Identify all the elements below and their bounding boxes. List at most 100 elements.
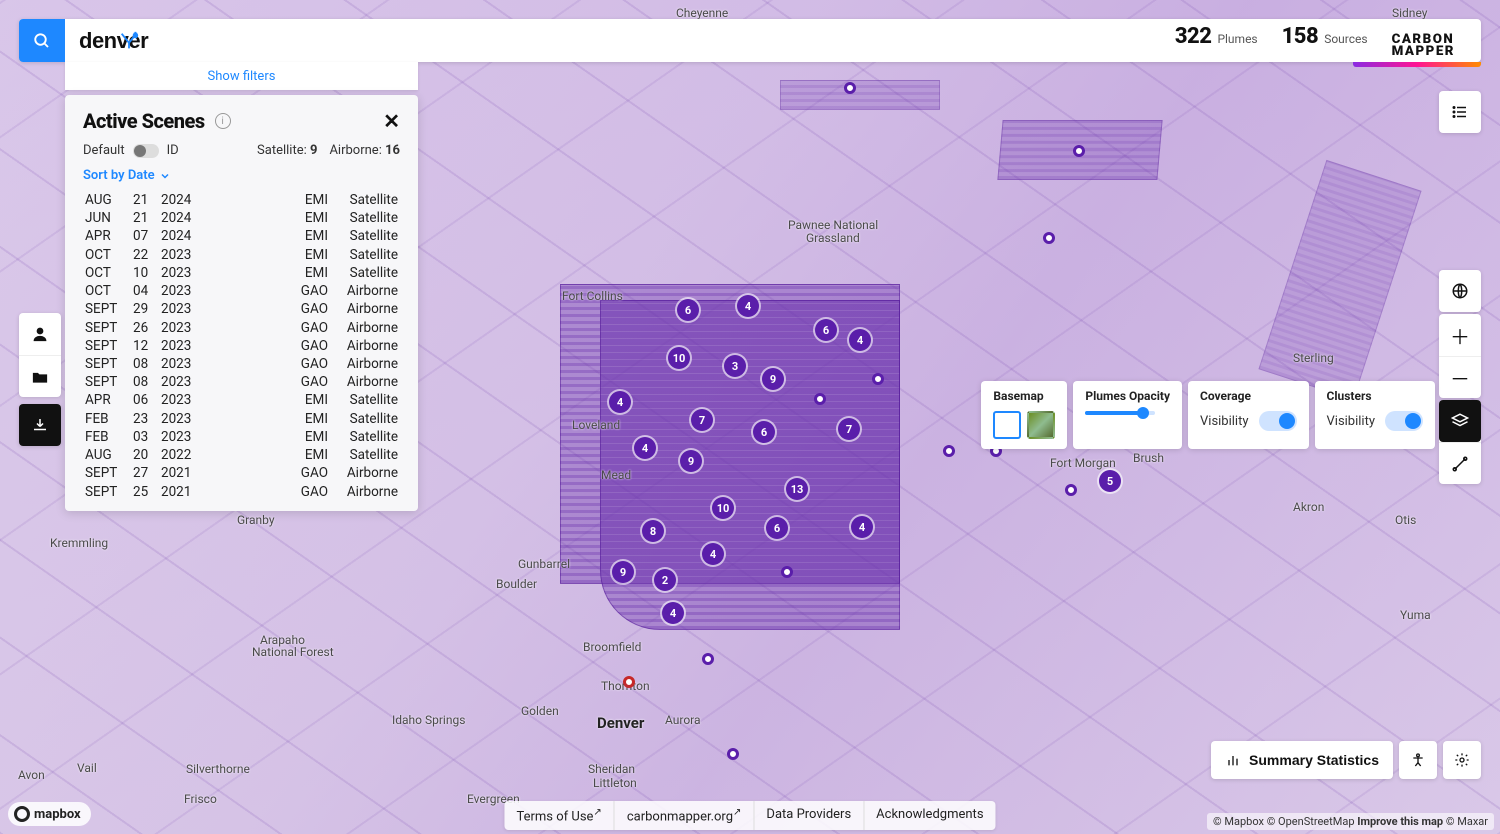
basemap-option-satellite[interactable] (1027, 411, 1055, 439)
globe-button[interactable] (1439, 270, 1481, 312)
attrib-osm[interactable]: © OpenStreetMap (1267, 815, 1355, 828)
top-bar: 322 Plumes 158 Sources CARBONMAPPER (19, 19, 1481, 62)
close-icon[interactable]: ✕ (383, 109, 400, 133)
cluster-marker[interactable]: 9 (680, 450, 702, 472)
cluster-marker[interactable]: 6 (753, 421, 775, 443)
cluster-marker[interactable]: 7 (838, 418, 860, 440)
cluster-marker[interactable]: 6 (677, 299, 699, 321)
cluster-marker[interactable]: 10 (712, 497, 734, 519)
toggle-label-id: ID (167, 143, 179, 158)
brand-accent-bar (1353, 62, 1481, 67)
scene-row[interactable]: AUG212024EMISatellite (83, 191, 400, 209)
cluster-marker[interactable]: 6 (766, 517, 788, 539)
brand-logo: CARBONMAPPER (1392, 34, 1465, 58)
source-marker[interactable] (1073, 145, 1085, 157)
cluster-marker[interactable]: 10 (668, 347, 690, 369)
attrib-maxar[interactable]: © Maxar (1446, 815, 1488, 828)
cluster-marker[interactable]: 4 (851, 516, 873, 538)
scene-row[interactable]: FEB232023EMISatellite (83, 410, 400, 428)
basemap-option-light[interactable] (993, 411, 1021, 439)
scene-row[interactable]: SEPT272021GAOAirborne (83, 464, 400, 482)
cluster-marker[interactable]: 4 (737, 295, 759, 317)
download-button[interactable] (19, 404, 61, 446)
map-label: Boulder (496, 577, 537, 591)
scene-row[interactable]: SEPT122023GAOAirborne (83, 337, 400, 355)
mapbox-badge[interactable]: mapbox (8, 802, 91, 826)
scene-row[interactable]: SEPT252021GAOAirborne (83, 483, 400, 501)
accessibility-button[interactable] (1399, 741, 1437, 779)
cluster-marker[interactable]: 3 (724, 355, 746, 377)
cluster-marker[interactable]: 4 (702, 543, 724, 565)
footer-terms[interactable]: Terms of Use↗ (504, 801, 613, 830)
layers-icon (1451, 412, 1469, 430)
source-marker[interactable] (872, 373, 884, 385)
advanced-filter-icon[interactable] (118, 30, 140, 52)
zoom-out-button[interactable]: － (1439, 356, 1481, 398)
source-marker[interactable] (702, 653, 714, 665)
scene-row[interactable]: SEPT292023GAOAirborne (83, 300, 400, 318)
info-icon[interactable]: i (215, 113, 231, 129)
plumes-count: 322 (1175, 24, 1212, 49)
folder-button[interactable] (19, 355, 61, 397)
layer-settings-popover: Basemap Plumes Opacity Coverage Visibili… (981, 381, 1435, 449)
settings-button[interactable] (1443, 741, 1481, 779)
scene-row[interactable]: APR072024EMISatellite (83, 227, 400, 245)
footer-ack[interactable]: Acknowledgments (863, 801, 995, 830)
measure-button[interactable] (1439, 442, 1481, 484)
search-button[interactable] (19, 19, 65, 62)
zoom-in-button[interactable]: ＋ (1439, 314, 1481, 356)
cluster-marker[interactable]: 8 (642, 520, 664, 542)
scene-list-button[interactable] (1439, 91, 1481, 133)
scene-row[interactable]: OCT042023GAOAirborne (83, 282, 400, 300)
gear-icon (1454, 752, 1470, 768)
source-marker[interactable] (814, 393, 826, 405)
search-icon (33, 32, 51, 50)
cluster-marker[interactable]: 9 (762, 368, 784, 390)
scene-row[interactable]: APR062023EMISatellite (83, 391, 400, 409)
opacity-card: Plumes Opacity (1073, 381, 1182, 449)
show-filters-button[interactable]: Show filters (65, 62, 418, 90)
cluster-marker[interactable]: 4 (662, 602, 684, 624)
opacity-slider[interactable] (1085, 411, 1155, 415)
cluster-marker[interactable]: 9 (612, 561, 634, 583)
map-label: Golden (521, 704, 559, 718)
source-marker[interactable] (727, 748, 739, 760)
cluster-marker[interactable]: 4 (634, 437, 656, 459)
scene-row[interactable]: SEPT082023GAOAirborne (83, 355, 400, 373)
scene-row[interactable]: AUG202022EMISatellite (83, 446, 400, 464)
plumes-label: Plumes (1217, 32, 1257, 46)
scene-row[interactable]: FEB032023EMISatellite (83, 428, 400, 446)
download-icon (31, 416, 49, 434)
layers-button[interactable] (1439, 400, 1481, 442)
source-marker[interactable] (943, 445, 955, 457)
source-marker[interactable] (844, 82, 856, 94)
attrib-improve[interactable]: Improve this map (1357, 815, 1443, 828)
ruler-icon (1451, 455, 1469, 473)
cluster-marker[interactable]: 6 (815, 319, 837, 341)
coverage-visibility-toggle[interactable] (1259, 411, 1297, 431)
cluster-marker[interactable]: 7 (691, 409, 713, 431)
footer-org[interactable]: carbonmapper.org↗ (614, 801, 754, 830)
source-marker[interactable] (1043, 232, 1055, 244)
cluster-marker[interactable]: 13 (786, 478, 808, 500)
scene-row[interactable]: SEPT082023GAOAirborne (83, 373, 400, 391)
sort-by-date-button[interactable]: Sort by Date (83, 168, 400, 183)
scene-row[interactable]: JUN212024EMISatellite (83, 209, 400, 227)
cluster-marker[interactable]: 2 (654, 569, 676, 591)
default-id-toggle[interactable] (133, 144, 159, 158)
source-marker[interactable] (623, 676, 635, 688)
cluster-marker[interactable]: 5 (1099, 470, 1121, 492)
attrib-mapbox[interactable]: © Mapbox (1213, 815, 1264, 828)
account-button[interactable] (19, 313, 61, 355)
clusters-visibility-toggle[interactable] (1385, 411, 1423, 431)
cluster-marker[interactable]: 4 (849, 329, 871, 351)
source-marker[interactable] (781, 566, 793, 578)
scene-row[interactable]: OCT102023EMISatellite (83, 264, 400, 282)
scene-row[interactable]: SEPT262023GAOAirborne (83, 319, 400, 337)
summary-statistics-button[interactable]: Summary Statistics (1211, 741, 1393, 779)
footer-providers[interactable]: Data Providers (753, 801, 863, 830)
map-attribution: © Mapbox © OpenStreetMap Improve this ma… (1207, 813, 1494, 830)
scene-row[interactable]: OCT222023EMISatellite (83, 246, 400, 264)
source-marker[interactable] (1065, 484, 1077, 496)
cluster-marker[interactable]: 4 (609, 391, 631, 413)
